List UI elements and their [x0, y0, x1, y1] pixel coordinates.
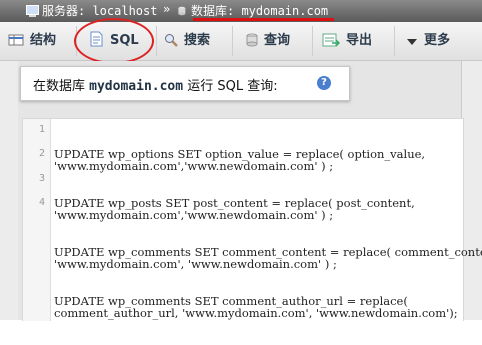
tab-query-label: 查询	[264, 33, 291, 48]
tab-more-label: 更多	[424, 33, 451, 48]
tab-export-label: 导出	[346, 33, 373, 48]
search-icon	[165, 34, 178, 47]
line-number: 2	[38, 148, 45, 159]
tab-search[interactable]: 搜索	[164, 22, 210, 60]
sql-query-header: 在数据库 mydomain.com 运行 SQL 查询: ?	[20, 66, 350, 101]
tab-divider	[156, 26, 157, 56]
breadcrumb-database-label: 数据库: mydomain.com	[191, 4, 329, 18]
sql-code: UPDATE wp_options SET option_value = rep…	[54, 123, 482, 344]
query-icon	[246, 33, 258, 47]
tab-export[interactable]: 导出	[322, 22, 372, 60]
tab-structure[interactable]: 结构	[8, 22, 56, 60]
left-frame	[0, 61, 18, 320]
tab-search-label: 搜索	[184, 33, 211, 48]
export-icon	[322, 33, 341, 47]
tab-bar: 结构 SQL 搜索 查询 导出 更多	[0, 22, 482, 61]
tab-divider	[312, 26, 313, 56]
database-icon	[178, 6, 186, 16]
line-number: 4	[38, 197, 45, 208]
header-prefix: 在数据库	[33, 79, 86, 94]
tab-more[interactable]: 更多	[406, 22, 450, 60]
code-line: UPDATE wp_comments SET comment_author_ur…	[54, 294, 458, 321]
chevron-down-icon	[407, 39, 417, 45]
header-database: mydomain.com	[89, 79, 184, 94]
help-icon[interactable]: ?	[317, 76, 331, 90]
tab-query[interactable]: 查询	[246, 22, 290, 60]
annotation-circle	[74, 18, 154, 64]
server-icon	[26, 5, 39, 17]
code-line: UPDATE wp_comments SET comment_content =…	[54, 244, 482, 272]
tab-divider	[232, 26, 233, 56]
structure-icon	[8, 34, 24, 46]
tab-structure-label: 结构	[30, 33, 57, 48]
header-suffix: 运行 SQL 查询:	[187, 79, 278, 94]
sql-editor[interactable]: 1 2 3 4 UPDATE wp_options SET option_val…	[22, 118, 482, 321]
breadcrumb-database[interactable]: 数据库: mydomain.com	[178, 2, 328, 19]
code-line: UPDATE wp_posts SET post_content = repla…	[54, 195, 415, 223]
line-number: 1	[38, 124, 45, 135]
breadcrumb-server[interactable]: 服务器: localhost	[26, 2, 157, 19]
annotation-underline	[193, 18, 334, 21]
breadcrumb-separator: »	[163, 2, 171, 16]
line-number-gutter: 1 2 3 4	[23, 119, 51, 321]
code-line: UPDATE wp_options SET option_value = rep…	[54, 146, 426, 173]
breadcrumb-server-label: 服务器: localhost	[42, 4, 158, 18]
line-number: 3	[38, 173, 45, 184]
tab-divider	[394, 26, 395, 56]
